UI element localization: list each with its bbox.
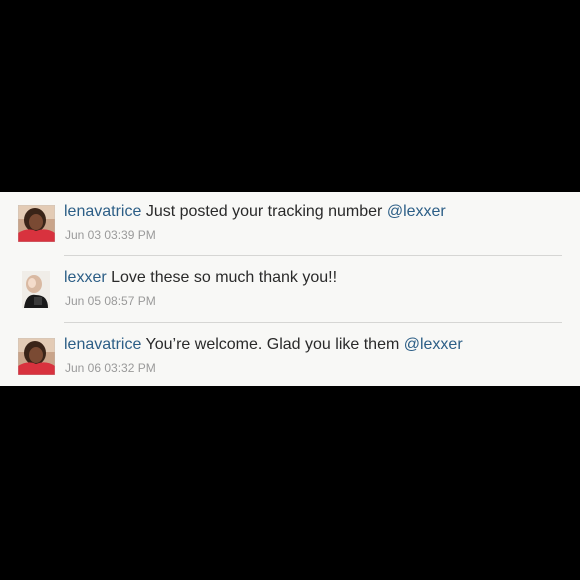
comment-text: Love these so much thank you!! — [106, 269, 338, 286]
avatar[interactable] — [18, 205, 55, 242]
comment-item: lexxer Love these so much thank you!! Ju… — [0, 258, 580, 324]
comment-username[interactable]: lenavatrice — [64, 203, 141, 220]
avatar-photo-icon — [18, 205, 55, 242]
comment-text: You’re welcome. Glad you like them — [141, 336, 404, 353]
avatar[interactable] — [18, 338, 55, 375]
avatar-photo-icon — [22, 271, 50, 308]
comment-username[interactable]: lexxer — [64, 269, 107, 286]
comment-item: lenavatrice You’re welcome. Glad you lik… — [0, 325, 580, 391]
comment-divider — [64, 255, 562, 256]
comment-body: lexxer Love these so much thank you!! — [64, 269, 337, 287]
comment-timestamp: Jun 03 03:39 PM — [65, 228, 156, 242]
comment-item: lenavatrice Just posted your tracking nu… — [0, 192, 580, 258]
comment-mention[interactable]: @lexxer — [387, 203, 446, 220]
avatar[interactable] — [22, 271, 50, 308]
comments-list: lenavatrice Just posted your tracking nu… — [0, 192, 580, 386]
comment-username[interactable]: lenavatrice — [64, 336, 141, 353]
avatar-photo-icon — [18, 338, 55, 375]
comment-text: Just posted your tracking number — [141, 203, 387, 220]
comment-divider — [64, 322, 562, 323]
comment-mention[interactable]: @lexxer — [404, 336, 463, 353]
comment-timestamp: Jun 05 08:57 PM — [65, 294, 156, 308]
comment-body: lenavatrice Just posted your tracking nu… — [64, 203, 446, 221]
screenshot-frame: lenavatrice Just posted your tracking nu… — [0, 0, 580, 580]
comment-timestamp: Jun 06 03:32 PM — [65, 361, 156, 375]
comment-body: lenavatrice You’re welcome. Glad you lik… — [64, 336, 463, 354]
